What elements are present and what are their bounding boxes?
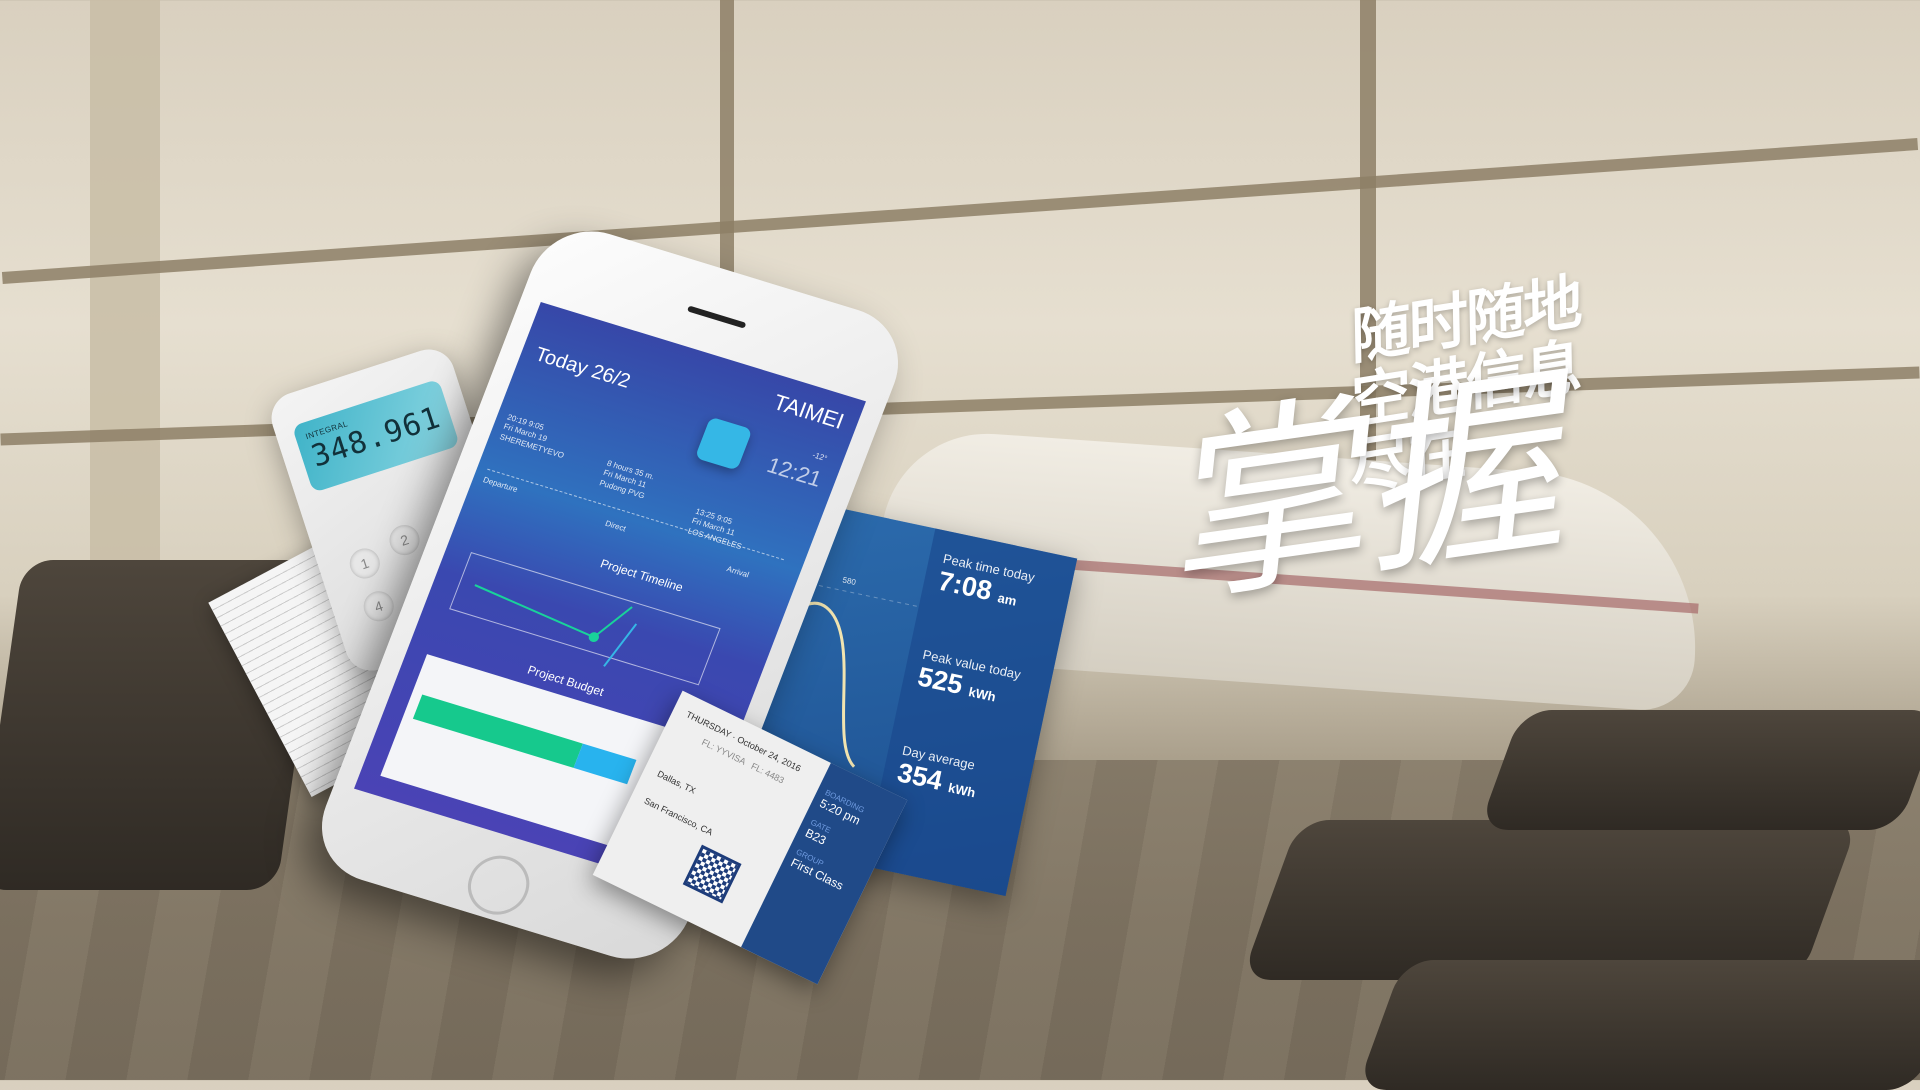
- duration-info: 8 hours 35 m. Fri March 11 Pudong PVG: [598, 458, 656, 501]
- calculator-key: 4: [359, 587, 398, 626]
- window-frame-vertical: [90, 0, 160, 560]
- calculator-key: 1: [345, 544, 384, 583]
- pass-day: THURSDAY: [684, 709, 733, 740]
- window-frame-horizontal: [1, 138, 1919, 284]
- calculator-key: 2: [385, 521, 424, 559]
- budget-bar-remaining: [573, 743, 637, 785]
- direct-label: Direct: [603, 518, 628, 534]
- pass-from: Dallas, TX: [655, 768, 698, 796]
- app-brand: TAIMEI: [769, 389, 848, 434]
- calligraphy-title: 掌握: [1145, 346, 1575, 633]
- budget-bar-spent: [412, 694, 583, 768]
- departure-info: 20:19 9:05 Fri March 19 SHEREMETYEVO: [498, 412, 566, 460]
- departure-label: Departure: [481, 475, 520, 495]
- seat: [1240, 820, 1860, 980]
- clock-icon: [694, 416, 753, 471]
- arrival-label: Arrival: [725, 564, 751, 580]
- qr-code: [682, 844, 742, 904]
- phone-speaker: [686, 305, 747, 329]
- today-date: Today 26/2: [531, 343, 634, 393]
- pass-to: San Francisco, CA: [642, 795, 715, 838]
- seat: [1356, 960, 1920, 1090]
- seat: [1478, 710, 1920, 830]
- home-button: [459, 848, 539, 922]
- temperature: -12°: [811, 450, 829, 464]
- calculator-display: INTEGRAL 348.961: [291, 378, 460, 493]
